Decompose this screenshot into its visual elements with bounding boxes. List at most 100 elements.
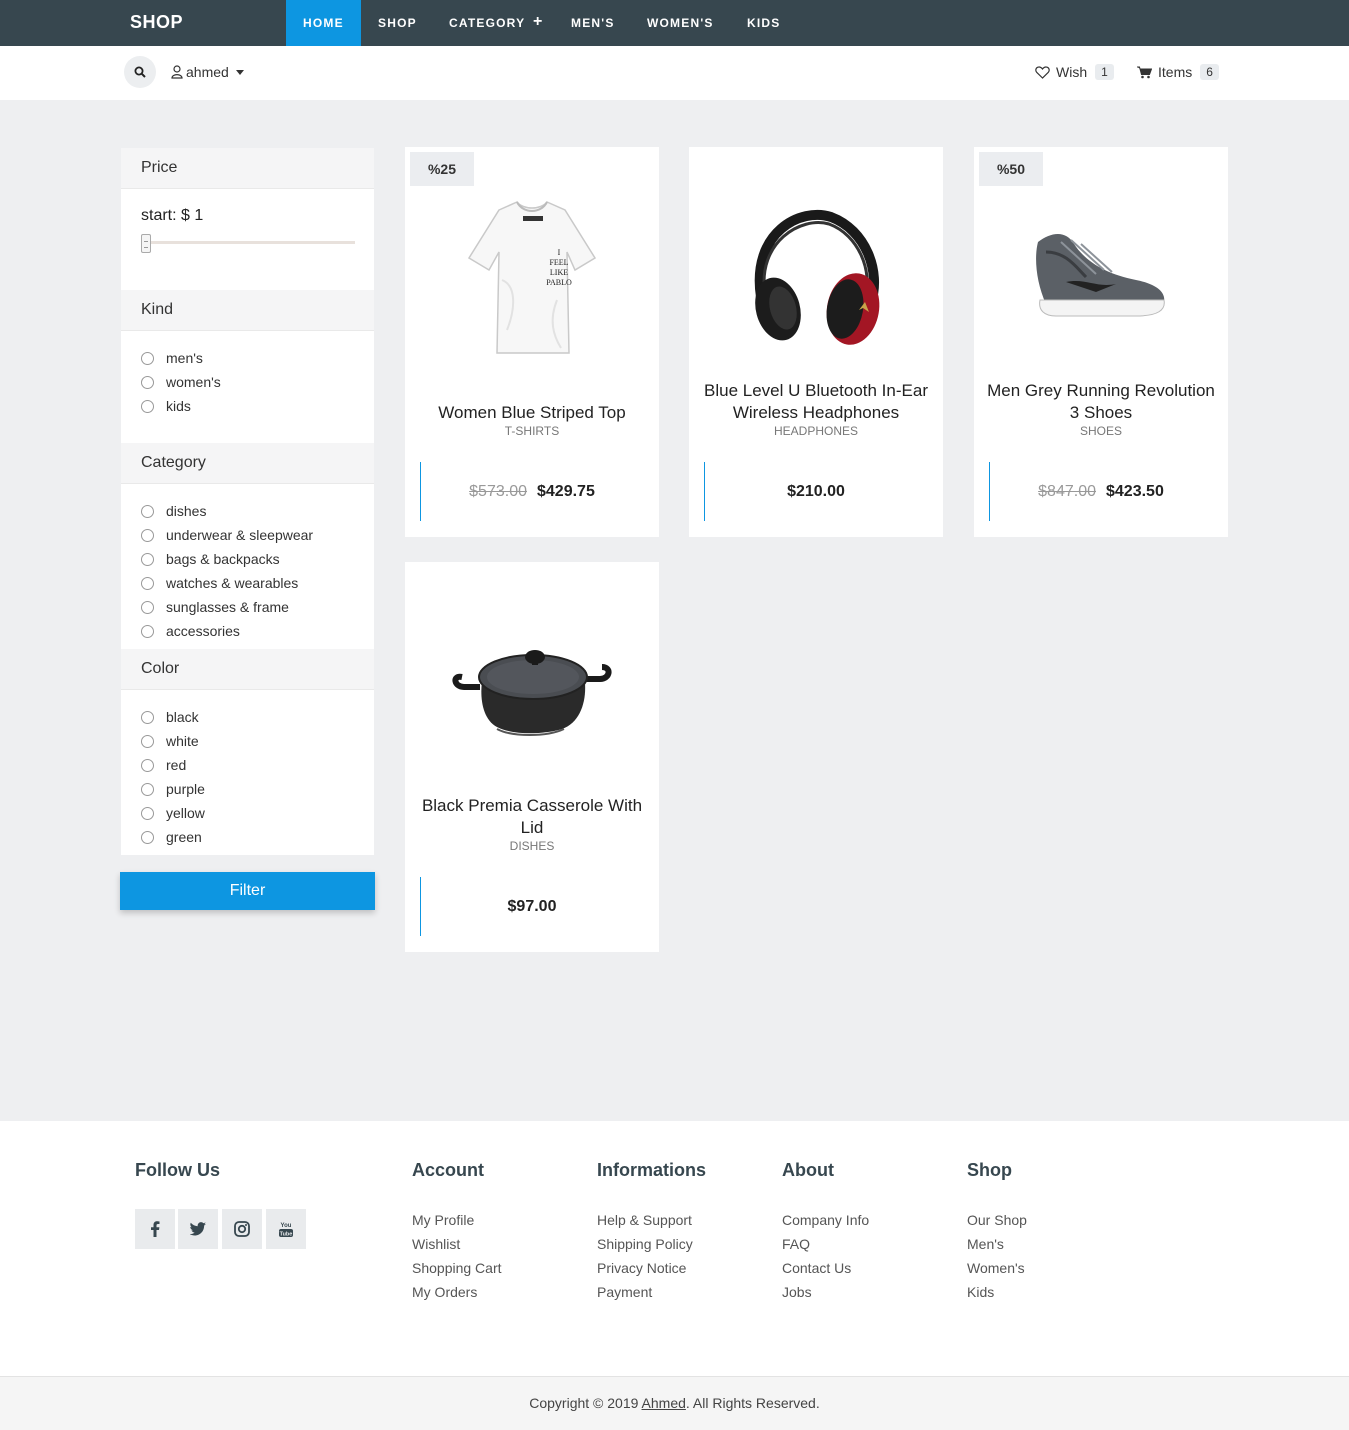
- radio-button[interactable]: [141, 734, 154, 748]
- category-option[interactable]: dishes: [141, 501, 206, 521]
- category-option[interactable]: watches & wearables: [141, 573, 298, 593]
- account-heading: Account: [412, 1160, 484, 1180]
- nav-home[interactable]: HOME: [286, 0, 361, 46]
- footer-link[interactable]: Wishlist: [412, 1236, 460, 1252]
- product-title[interactable]: Women Blue Striped Top: [415, 402, 649, 424]
- price-start-label: start: $ 1: [141, 207, 204, 224]
- radio-button[interactable]: [141, 758, 154, 772]
- option-label: bags & backpacks: [166, 551, 280, 567]
- radio-button[interactable]: [141, 576, 154, 590]
- author-link[interactable]: Ahmed: [642, 1395, 686, 1411]
- current-price: $97.00: [507, 898, 557, 915]
- tshirt-print-4: PABLO: [546, 278, 572, 287]
- product-image[interactable]: [689, 177, 943, 377]
- chevron-down-icon: [235, 69, 244, 75]
- search-button[interactable]: [124, 56, 156, 88]
- footer-link[interactable]: Men's: [967, 1236, 1004, 1252]
- product-card[interactable]: %25 I FEEL LIKE PABLO Women Blue Striped…: [405, 147, 659, 537]
- instagram-button[interactable]: [222, 1209, 262, 1249]
- product-image[interactable]: I FEEL LIKE PABLO: [405, 177, 659, 377]
- kind-option[interactable]: women's: [141, 372, 221, 392]
- category-heading: Category: [121, 443, 374, 484]
- cart-link[interactable]: Items 6: [1137, 64, 1219, 80]
- category-option[interactable]: sunglasses & frame: [141, 597, 289, 617]
- instagram-icon: [234, 1221, 250, 1237]
- footer-link[interactable]: Jobs: [782, 1284, 812, 1300]
- footer-link[interactable]: Shipping Policy: [597, 1236, 693, 1252]
- nav-shop[interactable]: SHOP: [378, 0, 417, 46]
- option-label: men's: [166, 350, 203, 366]
- filter-button[interactable]: Filter: [120, 872, 375, 910]
- wishlist-link[interactable]: Wish 1: [1035, 64, 1114, 80]
- radio-button[interactable]: [141, 830, 154, 844]
- category-option[interactable]: underwear & sleepwear: [141, 525, 313, 545]
- radio-button[interactable]: [141, 399, 154, 413]
- radio-button[interactable]: [141, 504, 154, 518]
- category-plus-icon[interactable]: +: [533, 0, 544, 45]
- radio-button[interactable]: [141, 375, 154, 389]
- option-label: kids: [166, 398, 191, 414]
- youtube-button[interactable]: You Tube: [266, 1209, 306, 1249]
- category-option[interactable]: accessories: [141, 621, 240, 641]
- radio-button[interactable]: [141, 710, 154, 724]
- radio-button[interactable]: [141, 600, 154, 614]
- color-option[interactable]: purple: [141, 779, 205, 799]
- product-image[interactable]: [974, 177, 1228, 377]
- nav-mens[interactable]: MEN'S: [571, 0, 615, 46]
- product-title[interactable]: Black Premia Casserole With Lid: [415, 795, 649, 839]
- footer-link[interactable]: Shopping Cart: [412, 1260, 502, 1276]
- copyright-bar: Copyright © 2019 Ahmed. All Rights Reser…: [0, 1376, 1349, 1430]
- footer-link[interactable]: Contact Us: [782, 1260, 851, 1276]
- color-option[interactable]: white: [141, 731, 199, 751]
- twitter-button[interactable]: [178, 1209, 218, 1249]
- nav-womens[interactable]: WOMEN'S: [647, 0, 714, 46]
- option-label: accessories: [166, 623, 240, 639]
- color-option[interactable]: green: [141, 827, 202, 847]
- product-card[interactable]: Blue Level U Bluetooth In-Ear Wireless H…: [689, 147, 943, 537]
- price-slider-handle[interactable]: [141, 234, 151, 253]
- radio-button[interactable]: [141, 806, 154, 820]
- radio-button[interactable]: [141, 782, 154, 796]
- color-option[interactable]: red: [141, 755, 186, 775]
- footer-link[interactable]: My Profile: [412, 1212, 474, 1228]
- footer-link[interactable]: Privacy Notice: [597, 1260, 686, 1276]
- kind-option[interactable]: men's: [141, 348, 203, 368]
- product-card[interactable]: %50 Men Grey Running Revolution 3 Shoes …: [974, 147, 1228, 537]
- footer-link[interactable]: Company Info: [782, 1212, 869, 1228]
- footer-link[interactable]: Help & Support: [597, 1212, 692, 1228]
- radio-button[interactable]: [141, 624, 154, 638]
- youtube-icon-text-1: You: [281, 1223, 292, 1229]
- radio-button[interactable]: [141, 528, 154, 542]
- price-row: $97.00: [420, 898, 644, 916]
- category-option[interactable]: bags & backpacks: [141, 549, 280, 569]
- nav-category[interactable]: CATEGORY: [449, 0, 525, 46]
- wish-label: Wish: [1056, 64, 1088, 80]
- footer-link[interactable]: FAQ: [782, 1236, 810, 1252]
- product-title[interactable]: Blue Level U Bluetooth In-Ear Wireless H…: [699, 380, 933, 424]
- footer-link[interactable]: Our Shop: [967, 1212, 1027, 1228]
- tshirt-print-2: FEEL: [549, 258, 568, 267]
- color-option[interactable]: black: [141, 707, 199, 727]
- footer-link[interactable]: Payment: [597, 1284, 652, 1300]
- heart-icon: [1035, 65, 1050, 79]
- kind-option[interactable]: kids: [141, 396, 191, 416]
- product-image[interactable]: [405, 592, 659, 792]
- user-name: ahmed: [186, 64, 229, 80]
- radio-button[interactable]: [141, 351, 154, 365]
- product-card[interactable]: Black Premia Casserole With Lid DISHES $…: [405, 562, 659, 952]
- color-option[interactable]: yellow: [141, 803, 205, 823]
- product-title[interactable]: Men Grey Running Revolution 3 Shoes: [984, 380, 1218, 424]
- about-heading: About: [782, 1160, 834, 1180]
- nav-kids[interactable]: KIDS: [747, 0, 780, 46]
- option-label: black: [166, 709, 199, 725]
- youtube-icon: You Tube: [279, 1223, 293, 1238]
- brand-logo[interactable]: SHOP: [130, 12, 183, 33]
- facebook-button[interactable]: [135, 1209, 175, 1249]
- copyright-suffix: . All Rights Reserved.: [685, 1395, 820, 1411]
- price-slider-track[interactable]: [141, 241, 355, 244]
- user-menu[interactable]: ahmed: [171, 64, 244, 80]
- radio-button[interactable]: [141, 552, 154, 566]
- footer-link[interactable]: Women's: [967, 1260, 1025, 1276]
- footer-link[interactable]: Kids: [967, 1284, 994, 1300]
- footer-link[interactable]: My Orders: [412, 1284, 477, 1300]
